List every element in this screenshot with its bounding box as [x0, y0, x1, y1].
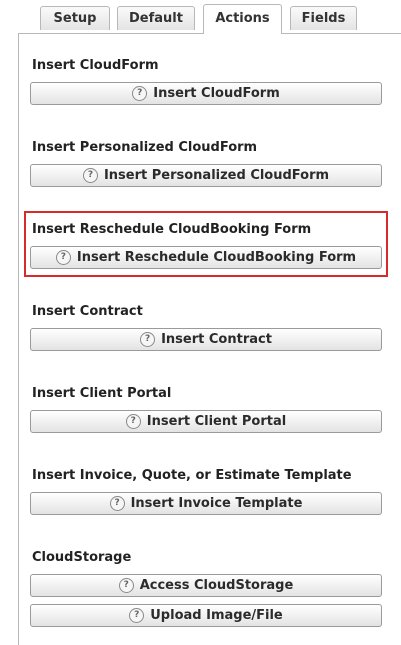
- client-portal-heading: Insert Client Portal: [32, 386, 172, 401]
- help-icon[interactable]: ?: [109, 496, 125, 511]
- access-cloudstorage-button[interactable]: ? Access CloudStorage: [30, 574, 382, 597]
- invoice-template-heading: Insert Invoice, Quote, or Estimate Templ…: [32, 468, 352, 483]
- help-icon[interactable]: ?: [132, 86, 148, 101]
- tab-default[interactable]: Default: [117, 6, 195, 30]
- tab-actions[interactable]: Actions: [203, 4, 282, 34]
- upload-image-file-button-label: Upload Image/File: [150, 608, 283, 623]
- help-icon[interactable]: ?: [140, 332, 156, 347]
- insert-cloudform-button[interactable]: ? Insert CloudForm: [30, 82, 382, 105]
- insert-personalized-cloudform-button[interactable]: ? Insert Personalized CloudForm: [30, 164, 382, 187]
- help-icon[interactable]: ?: [55, 250, 71, 265]
- help-icon[interactable]: ?: [82, 168, 98, 183]
- insert-personalized-cloudform-button-label: Insert Personalized CloudForm: [103, 168, 330, 183]
- access-cloudstorage-button-label: Access CloudStorage: [139, 578, 294, 593]
- cloudform-heading: Insert CloudForm: [32, 58, 159, 73]
- insert-invoice-template-button[interactable]: ? Insert Invoice Template: [30, 492, 382, 515]
- tab-bar: Setup Default Actions Fields: [0, 0, 401, 34]
- insert-client-portal-button[interactable]: ? Insert Client Portal: [30, 410, 382, 433]
- insert-client-portal-button-label: Insert Client Portal: [146, 414, 287, 429]
- insert-invoice-template-button-label: Insert Invoice Template: [130, 496, 303, 511]
- personalized-cloudform-heading: Insert Personalized CloudForm: [32, 140, 258, 155]
- tab-fields[interactable]: Fields: [290, 6, 357, 30]
- upload-image-file-button[interactable]: ? Upload Image/File: [30, 604, 382, 627]
- insert-contract-button[interactable]: ? Insert Contract: [30, 328, 382, 351]
- contract-heading: Insert Contract: [32, 304, 143, 319]
- help-icon[interactable]: ?: [118, 578, 134, 593]
- insert-contract-button-label: Insert Contract: [161, 332, 272, 347]
- help-icon[interactable]: ?: [129, 608, 145, 623]
- insert-reschedule-cloudbooking-button[interactable]: ? Insert Reschedule CloudBooking Form: [30, 246, 382, 269]
- insert-cloudform-button-label: Insert CloudForm: [153, 86, 280, 101]
- insert-reschedule-cloudbooking-button-label: Insert Reschedule CloudBooking Form: [76, 250, 357, 265]
- cloudstorage-heading: CloudStorage: [32, 550, 132, 565]
- reschedule-cloudbooking-heading: Insert Reschedule CloudBooking Form: [32, 222, 312, 237]
- help-icon[interactable]: ?: [125, 414, 141, 429]
- tab-setup[interactable]: Setup: [40, 6, 110, 30]
